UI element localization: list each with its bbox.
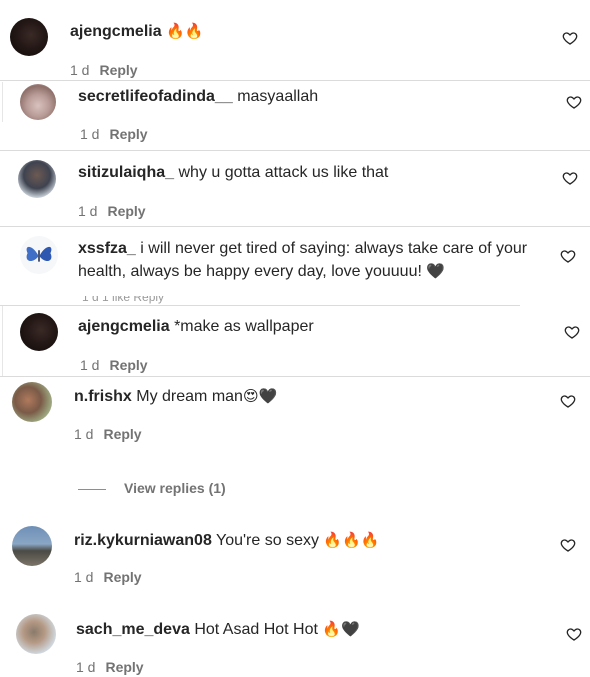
like-heart-icon[interactable]: [564, 324, 580, 340]
timestamp: 1 d: [74, 569, 94, 585]
username[interactable]: n.frishx: [74, 388, 132, 405]
timestamp: 1 d: [70, 62, 90, 78]
timestamp: 1 d: [76, 659, 96, 675]
comment-body: xssfza_ i will never get tired of saying…: [78, 238, 548, 283]
separator: [0, 376, 590, 377]
timestamp: 1 d: [74, 426, 94, 442]
comment-body: riz.kykurniawan08 You're so sexy 🔥🔥🔥: [74, 529, 379, 552]
comment-meta: 1 d Reply: [80, 357, 148, 373]
username[interactable]: xssfza_: [78, 240, 136, 257]
separator: [0, 80, 590, 81]
view-replies-button[interactable]: View replies (1): [78, 480, 226, 496]
comment-body: ajengcmelia 🔥🔥: [70, 20, 203, 43]
comment-text: masyaallah: [237, 88, 319, 105]
comment-meta: 1 d Reply: [74, 426, 142, 442]
comment-text: My dream man: [136, 388, 243, 405]
like-heart-icon[interactable]: [560, 393, 576, 409]
comment-body: secretlifeofadinda__ masyaallah: [78, 86, 318, 108]
comment-meta: 1 d Reply: [76, 659, 144, 675]
separator: [0, 305, 520, 306]
thread-line: [2, 82, 3, 122]
like-heart-icon[interactable]: [566, 94, 582, 110]
comment-emoji: 🔥🖤: [322, 620, 360, 638]
comment-emoji: 🔥🔥: [166, 22, 204, 40]
reply-button[interactable]: Reply: [109, 126, 147, 142]
reply-button[interactable]: Reply: [103, 426, 141, 442]
reply-button[interactable]: Reply: [107, 203, 145, 219]
butterfly-icon: [26, 246, 52, 262]
reply-button[interactable]: Reply: [103, 569, 141, 585]
thread-line: [2, 306, 3, 376]
comment-meta: 1 d Reply: [80, 126, 148, 142]
comment-emoji: 🔥🔥🔥: [323, 531, 380, 549]
comment-meta: 1 d Reply: [70, 62, 138, 78]
comment-body: sach_me_deva Hot Asad Hot Hot 🔥🖤: [76, 618, 360, 641]
comment-body: n.frishx My dream man😍🖤: [74, 385, 277, 408]
reply-button[interactable]: Reply: [109, 357, 147, 373]
comment-body: sitizulaiqha_ why u gotta attack us like…: [78, 162, 388, 184]
like-heart-icon[interactable]: [560, 537, 576, 553]
username[interactable]: secretlifeofadinda__: [78, 88, 233, 105]
avatar[interactable]: [12, 382, 52, 422]
comment-text: why u gotta attack us like that: [178, 164, 389, 181]
timestamp: 1 d: [78, 203, 98, 219]
like-heart-icon[interactable]: [562, 170, 578, 186]
like-heart-icon[interactable]: [560, 248, 576, 264]
dash-divider: [78, 488, 106, 490]
comment-text: i will never get tired of saying: always…: [140, 240, 528, 257]
avatar[interactable]: [20, 84, 56, 120]
comment-emoji: 🖤: [426, 262, 446, 280]
comment-emoji: 😍🖤: [242, 387, 278, 405]
comment-meta: 1 d Reply: [74, 569, 142, 585]
reply-button[interactable]: Reply: [99, 62, 137, 78]
avatar[interactable]: [20, 236, 58, 274]
username[interactable]: sach_me_deva: [76, 621, 190, 638]
separator: [0, 226, 590, 227]
avatar[interactable]: [12, 526, 52, 566]
avatar[interactable]: [16, 614, 56, 654]
comment-text: *make as wallpaper: [174, 318, 314, 335]
comment-meta: 1 d Reply: [78, 203, 146, 219]
avatar[interactable]: [18, 160, 56, 198]
comment-text-line2: health, always be happy every day, love …: [78, 263, 422, 280]
like-heart-icon[interactable]: [566, 626, 582, 642]
avatar[interactable]: [20, 313, 58, 351]
like-heart-icon[interactable]: [562, 30, 578, 46]
comment-text: Hot Asad Hot Hot: [194, 621, 318, 638]
username[interactable]: riz.kykurniawan08: [74, 532, 212, 549]
reply-button[interactable]: Reply: [105, 659, 143, 675]
comment-body: ajengcmelia *make as wallpaper: [78, 316, 314, 338]
comment-text: You're so sexy: [216, 532, 319, 549]
avatar[interactable]: [10, 18, 48, 56]
timestamp: 1 d: [80, 357, 100, 373]
username[interactable]: ajengcmelia: [78, 318, 170, 335]
username[interactable]: ajengcmelia: [70, 23, 162, 40]
username[interactable]: sitizulaiqha_: [78, 164, 174, 181]
separator: [0, 150, 590, 151]
timestamp: 1 d: [80, 126, 100, 142]
